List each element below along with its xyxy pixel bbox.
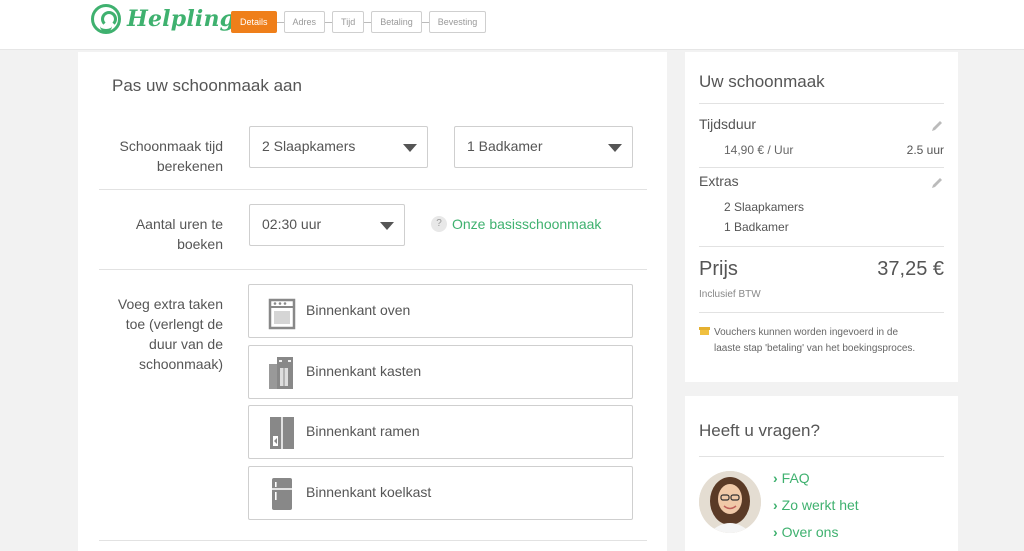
divider: [699, 312, 944, 313]
summary-card: Uw schoonmaak Tijdsduur 14,90 € / Uur 2.…: [685, 52, 958, 382]
calc-time-label: Schoonmaak tijd berekenen: [98, 136, 223, 176]
step-adres[interactable]: Adres: [283, 11, 326, 33]
how-it-works-link[interactable]: › Zo werkt het: [773, 497, 859, 513]
logo-icon: [91, 4, 121, 34]
step-connector: [276, 21, 284, 23]
faq-link[interactable]: › FAQ: [773, 470, 810, 486]
task-cabinets[interactable]: Binnenkant kasten: [248, 345, 633, 399]
page-title: Pas uw schoonmaak aan: [112, 76, 302, 95]
label-line: boeken: [177, 236, 223, 252]
extras-label: Extras: [699, 173, 739, 189]
help-card: Heeft u vragen? › FAQ › Zo werkt het › Over…: [685, 396, 958, 551]
divider: [699, 246, 944, 247]
task-label: Binnenkant koelkast: [306, 484, 432, 500]
window-icon: [270, 417, 294, 449]
step-tijd[interactable]: Tijd: [332, 11, 365, 33]
step-details[interactable]: Details: [231, 11, 277, 33]
step-bevesting[interactable]: Bevesting: [428, 11, 487, 33]
chevron-right-icon: ›: [773, 497, 778, 513]
divider: [699, 456, 944, 457]
duration-label: Tijdsduur: [699, 116, 757, 132]
bathrooms-select[interactable]: 1 Badkamer: [454, 126, 633, 168]
step-connector: [421, 21, 429, 23]
divider: [699, 167, 944, 168]
chevron-down-icon: [380, 222, 394, 230]
question-icon: ?: [431, 216, 447, 232]
help-title: Heeft u vragen?: [699, 421, 820, 440]
label-line: Aantal uren te: [135, 216, 223, 232]
task-label: Binnenkant oven: [306, 302, 411, 318]
task-fridge[interactable]: Binnenkant koelkast: [248, 466, 633, 520]
voucher-note: Vouchers kunnen worden ingevoerd in de l…: [714, 325, 915, 357]
hourly-rate: 14,90 € / Uur: [724, 143, 794, 157]
how-it-works-link-text: Zo werkt het: [781, 497, 859, 513]
hours-select[interactable]: 02:30 uur: [249, 204, 405, 246]
voucher-note-line: laaste stap 'betaling' van het boekingsp…: [714, 343, 916, 354]
summary-title: Uw schoonmaak: [699, 72, 825, 91]
chevron-right-icon: ›: [773, 524, 778, 540]
label-line: schoonmaak): [138, 356, 223, 372]
label-line: toe (verlengt de: [125, 316, 223, 332]
cleaning-form-panel: Pas uw schoonmaak aan Schoonmaak tijd be…: [78, 52, 667, 551]
hours-label: Aantal uren te boeken: [98, 214, 223, 254]
extra-tasks-label: Voeg extra taken toe (verlengt de duur v…: [98, 294, 223, 374]
price-label: Prijs: [699, 258, 738, 280]
agent-portrait: [699, 471, 761, 533]
chevron-down-icon: [608, 144, 622, 152]
voucher-note-line: Vouchers kunnen worden ingevoerd in de: [714, 327, 899, 338]
step-betaling[interactable]: Betaling: [371, 11, 422, 33]
about-us-link-text: Over ons: [781, 524, 839, 540]
edit-pencil-icon[interactable]: [930, 119, 944, 133]
step-connector: [325, 21, 333, 23]
hours-value: 02:30 uur: [262, 216, 322, 232]
voucher-icon: [699, 327, 710, 335]
divider: [99, 189, 647, 190]
price-value: 37,25 €: [877, 258, 944, 280]
bedrooms-value: 2 Slaapkamers: [262, 138, 356, 154]
bedrooms-select[interactable]: 2 Slaapkamers: [249, 126, 428, 168]
cabinet-icon: [269, 357, 293, 389]
oven-icon: [268, 298, 296, 330]
divider: [699, 103, 944, 104]
label-line: Schoonmaak tijd: [119, 138, 223, 154]
task-label: Binnenkant ramen: [306, 423, 420, 439]
task-windows[interactable]: Binnenkant ramen: [248, 405, 633, 459]
duration-value: 2.5 uur: [906, 143, 944, 157]
bathrooms-value: 1 Badkamer: [467, 138, 543, 154]
basic-cleaning-link-text: Onze basisschoonmaak: [452, 216, 602, 232]
basic-cleaning-link[interactable]: ? Onze basisschoonmaak: [431, 216, 601, 232]
label-line: duur van de: [149, 336, 223, 352]
booking-steps: Details Adres Tijd Betaling Bevesting: [231, 11, 487, 33]
edit-pencil-icon[interactable]: [930, 176, 944, 190]
task-label: Binnenkant kasten: [306, 363, 422, 379]
extras-item: 2 Slaapkamers: [724, 200, 805, 214]
vat-note: Inclusief BTW: [699, 289, 761, 300]
top-header: Helpling Details Adres Tijd Betaling Bev…: [0, 0, 1024, 50]
chevron-down-icon: [403, 144, 417, 152]
task-oven[interactable]: Binnenkant oven: [248, 284, 633, 338]
divider: [99, 269, 647, 270]
step-connector: [364, 21, 372, 23]
extras-item: 1 Badkamer: [724, 220, 789, 234]
logo-text: Helpling: [127, 6, 236, 32]
label-line: Voeg extra taken: [117, 296, 223, 312]
divider: [99, 540, 647, 541]
helpling-logo[interactable]: Helpling: [91, 4, 235, 34]
about-us-link[interactable]: › Over ons: [773, 524, 838, 540]
fridge-icon: [272, 478, 292, 510]
faq-link-text: FAQ: [781, 470, 810, 486]
chevron-right-icon: ›: [773, 470, 778, 486]
support-agent-avatar: [699, 471, 761, 533]
label-line: berekenen: [156, 158, 223, 174]
